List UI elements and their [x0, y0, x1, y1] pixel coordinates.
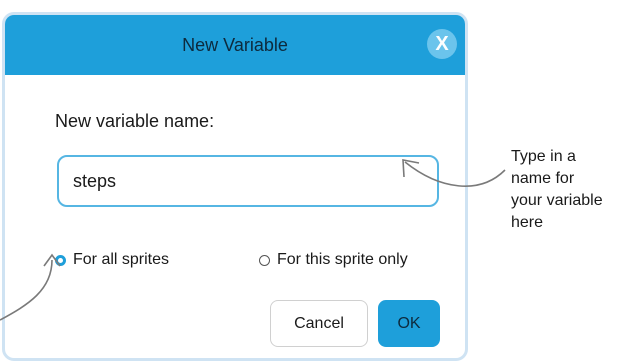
- callout-arrow: [404, 161, 506, 187]
- radio-arrow: [0, 259, 53, 321]
- annotation-arrows: [0, 159, 506, 321]
